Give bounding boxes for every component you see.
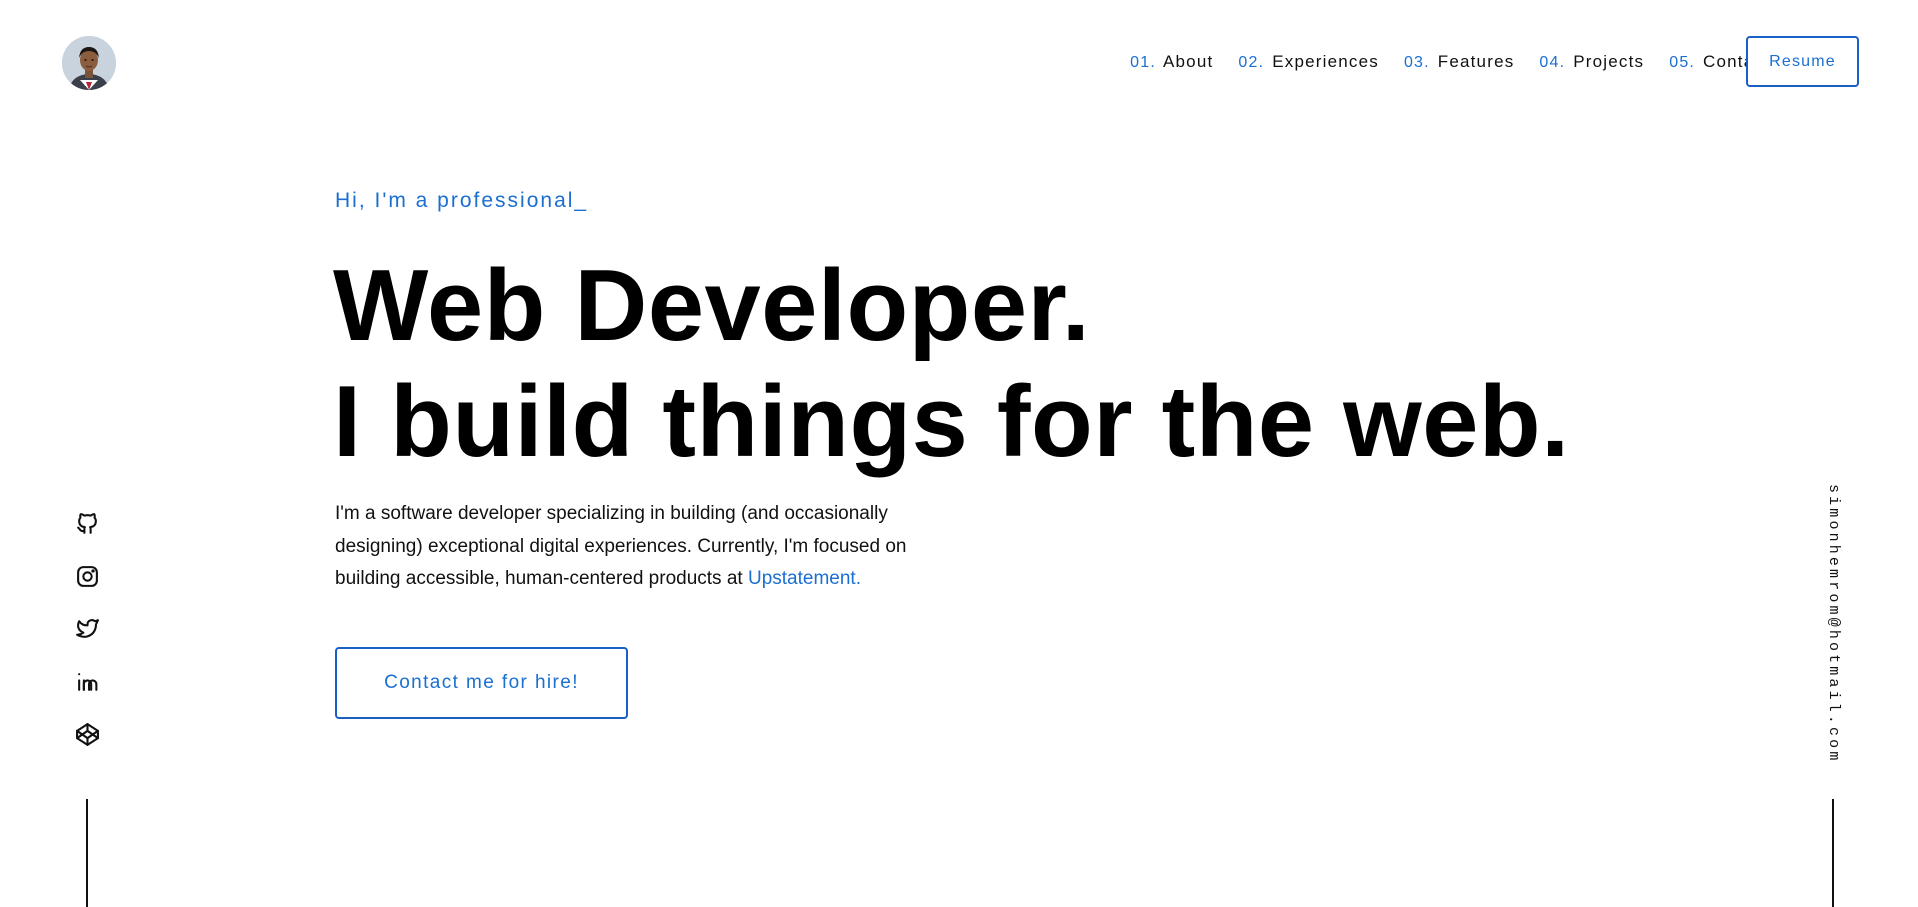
codepen-link[interactable] [72,719,102,749]
portfolio-page: 01. About 02. Experiences 03. Features 0… [0,0,1918,907]
twitter-link[interactable] [72,613,102,643]
left-rail-line [86,799,88,907]
main-nav: 01. About 02. Experiences 03. Features 0… [1130,52,1770,72]
upstatement-link[interactable]: Upstatement. [748,568,861,589]
email-link[interactable]: simonhemrom@hotmail.com [1825,484,1842,763]
contact-for-hire-button[interactable]: Contact me for hire! [335,647,628,719]
profile-photo-icon [62,36,116,90]
hero-description: I'm a software developer specializing in… [335,498,975,596]
nav-item-label: Projects [1573,52,1645,71]
hero-headline-line1: Web Developer. [333,250,1091,362]
nav-item-label: Features [1437,52,1515,71]
nav-item-number: 04. [1539,54,1566,71]
github-link[interactable] [72,508,102,538]
nav-item-experiences[interactable]: 02. Experiences [1238,52,1379,72]
right-rail-line [1832,799,1834,907]
codepen-icon [75,722,99,746]
nav-item-number: 05. [1669,54,1696,71]
nav-item-label: Experiences [1272,52,1379,71]
avatar[interactable] [62,36,116,90]
linkedin-icon [77,672,97,691]
github-icon [76,512,97,534]
nav-item-about[interactable]: 01. About [1130,52,1213,72]
twitter-icon [75,618,99,638]
linkedin-link[interactable] [72,666,102,696]
hero-headline-line2: I build things for the web. [333,366,1570,478]
resume-button[interactable]: Resume [1746,36,1859,87]
nav-item-projects[interactable]: 04. Projects [1539,52,1644,72]
email-rail: simonhemrom@hotmail.com [1818,484,1848,763]
hero-intro: Hi, I'm a professional_ [335,189,589,212]
nav-item-features[interactable]: 03. Features [1404,52,1514,72]
nav-item-number: 01. [1130,54,1156,71]
nav-item-label: About [1162,52,1214,71]
instagram-icon [76,565,98,587]
nav-item-number: 03. [1403,54,1430,71]
nav-item-number: 02. [1238,54,1265,71]
instagram-link[interactable] [72,561,102,591]
